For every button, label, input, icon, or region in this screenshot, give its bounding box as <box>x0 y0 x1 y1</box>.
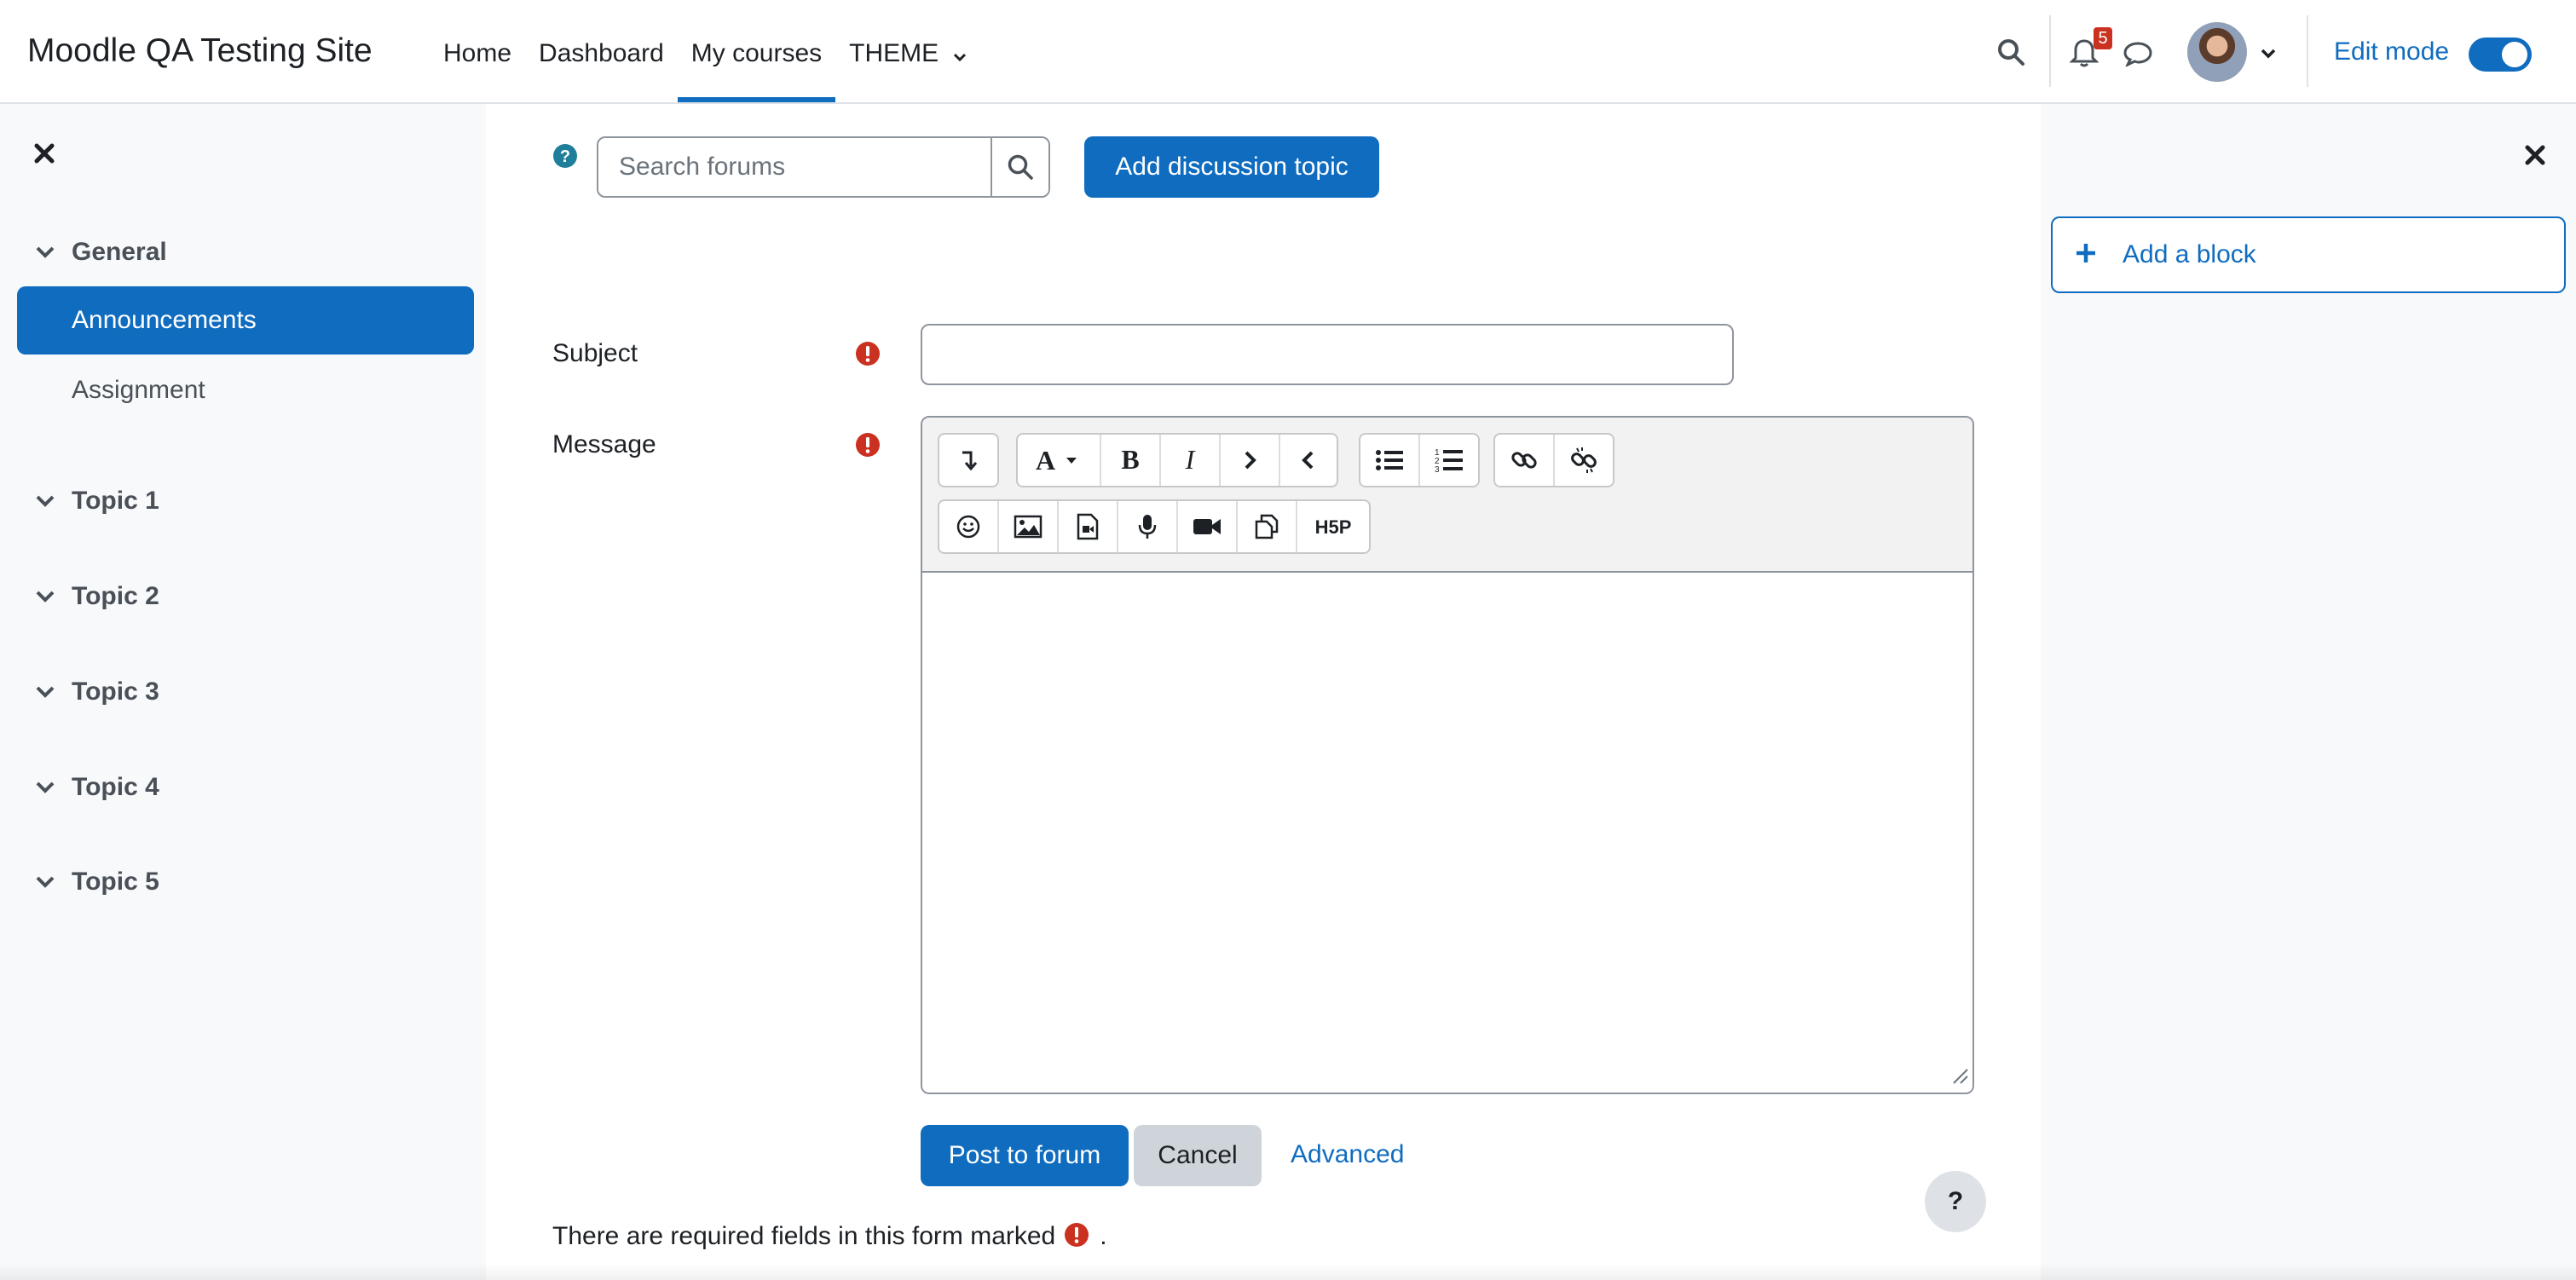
bold-icon[interactable]: B <box>1101 435 1161 486</box>
emoji-icon[interactable] <box>939 501 999 552</box>
nav-theme-menu[interactable]: THEME <box>835 0 979 102</box>
course-item-assignment[interactable]: Assignment <box>17 356 474 424</box>
svg-text:A: A <box>1036 446 1055 475</box>
search-icon <box>1008 154 1033 180</box>
media-icon[interactable] <box>1059 501 1118 552</box>
section-topic-label: Topic 3 <box>72 677 159 706</box>
navbar-divider <box>2307 15 2308 87</box>
manage-files-icon[interactable] <box>1238 501 1297 552</box>
toolbar-group-collapse <box>938 433 999 487</box>
required-icon <box>855 432 881 462</box>
user-avatar[interactable] <box>2187 22 2247 82</box>
add-discussion-topic-button[interactable]: Add discussion topic <box>1084 136 1379 198</box>
add-a-block-button[interactable]: Add a block <box>2051 216 2566 293</box>
site-name[interactable]: Moodle QA Testing Site <box>27 32 373 70</box>
user-menu-chevron-down-icon[interactable] <box>2261 48 2276 63</box>
svg-text:B: B <box>1121 446 1139 475</box>
advanced-link[interactable]: Advanced <box>1291 1140 1404 1169</box>
section-general[interactable]: General <box>32 235 167 269</box>
required-icon <box>855 341 881 371</box>
toolbar-group-insert: H5P <box>938 499 1371 554</box>
resize-handle-icon[interactable] <box>1949 1064 1969 1089</box>
notification-count-badge: 5 <box>2094 27 2112 49</box>
search-forums-box <box>597 136 1050 198</box>
section-topic-5[interactable]: Topic 5 <box>32 865 159 899</box>
link-icon[interactable] <box>1495 435 1555 486</box>
image-icon[interactable] <box>999 501 1059 552</box>
nav-dashboard[interactable]: Dashboard <box>525 0 678 102</box>
chevron-down-icon <box>36 495 55 507</box>
chevron-down-icon <box>36 591 55 603</box>
editor-toolbar: A B I 123 H5P <box>922 418 1972 573</box>
search-icon[interactable] <box>1996 37 2025 71</box>
edit-mode-toggle[interactable] <box>2469 37 2532 72</box>
page-bottom-shadow <box>0 1263 2576 1280</box>
plus-icon <box>2076 244 2095 262</box>
required-note-text: There are required fields in this form m… <box>552 1222 1056 1250</box>
section-topic-label: Topic 2 <box>72 582 159 610</box>
chevron-down-icon <box>36 686 55 698</box>
audio-record-icon[interactable] <box>1118 501 1178 552</box>
section-topic-1[interactable]: Topic 1 <box>32 484 159 518</box>
close-course-index-icon[interactable] <box>32 141 56 170</box>
section-topic-3[interactable]: Topic 3 <box>32 675 159 709</box>
course-index-drawer: General Announcements Assignment Topic 1… <box>0 104 486 1280</box>
primary-navigation: Home Dashboard My courses THEME <box>430 0 980 102</box>
svg-text:I: I <box>1185 446 1196 475</box>
nav-my-courses[interactable]: My courses <box>677 0 836 102</box>
h5p-icon-text: H5P <box>1315 516 1352 538</box>
navbar: Moodle QA Testing Site Home Dashboard My… <box>0 0 2576 104</box>
toolbar-group-style: A B I <box>1016 433 1338 487</box>
outdent-icon[interactable] <box>1280 435 1337 486</box>
required-note-end: . <box>1100 1222 1107 1250</box>
message-bubble-icon[interactable] <box>2123 41 2153 71</box>
toolbar-group-links <box>1493 433 1614 487</box>
section-topic-label: Topic 1 <box>72 487 159 515</box>
close-block-drawer-icon[interactable] <box>2523 143 2547 171</box>
search-forums-button[interactable] <box>991 138 1048 196</box>
navbar-divider <box>2049 15 2051 87</box>
svg-text:?: ? <box>560 147 570 166</box>
h5p-icon[interactable]: H5P <box>1297 501 1369 552</box>
section-topic-2[interactable]: Topic 2 <box>32 579 159 614</box>
ordered-list-icon[interactable]: 123 <box>1420 435 1478 486</box>
unlink-icon[interactable] <box>1555 435 1613 486</box>
course-item-announcements[interactable]: Announcements <box>17 286 474 355</box>
italic-icon[interactable]: I <box>1161 435 1221 486</box>
subject-label: Subject <box>552 339 638 367</box>
add-a-block-label: Add a block <box>2123 240 2256 268</box>
chevron-down-icon <box>953 1 967 108</box>
required-icon <box>1064 1222 1089 1254</box>
question-circle-icon[interactable]: ? <box>552 143 578 173</box>
search-forums-input[interactable] <box>598 138 991 196</box>
nav-theme-label: THEME <box>849 39 939 67</box>
post-to-forum-button[interactable]: Post to forum <box>921 1125 1129 1186</box>
indent-icon[interactable] <box>1221 435 1280 486</box>
nav-home[interactable]: Home <box>430 0 525 102</box>
unordered-list-icon[interactable] <box>1360 435 1420 486</box>
edit-mode-label: Edit mode <box>2334 37 2450 66</box>
font-style-icon[interactable]: A <box>1018 435 1101 486</box>
subject-input[interactable] <box>921 324 1734 385</box>
cancel-button[interactable]: Cancel <box>1134 1125 1262 1186</box>
message-label: Message <box>552 430 656 458</box>
message-textarea[interactable] <box>922 573 1972 1093</box>
toolbar-group-lists: 123 <box>1359 433 1480 487</box>
collapse-icon[interactable] <box>939 435 997 486</box>
section-topic-label: Topic 4 <box>72 773 159 801</box>
video-record-icon[interactable] <box>1178 501 1238 552</box>
chevron-down-icon <box>36 246 55 258</box>
chevron-down-icon <box>36 876 55 888</box>
section-general-label: General <box>72 238 167 266</box>
message-editor: A B I 123 H5P <box>921 416 1974 1094</box>
help-button[interactable]: ? <box>1925 1171 1986 1232</box>
required-fields-note: There are required fields in this form m… <box>552 1222 1107 1254</box>
chevron-down-icon <box>36 781 55 793</box>
section-topic-4[interactable]: Topic 4 <box>32 770 159 804</box>
section-topic-label: Topic 5 <box>72 868 159 896</box>
svg-text:3: 3 <box>1435 465 1440 473</box>
